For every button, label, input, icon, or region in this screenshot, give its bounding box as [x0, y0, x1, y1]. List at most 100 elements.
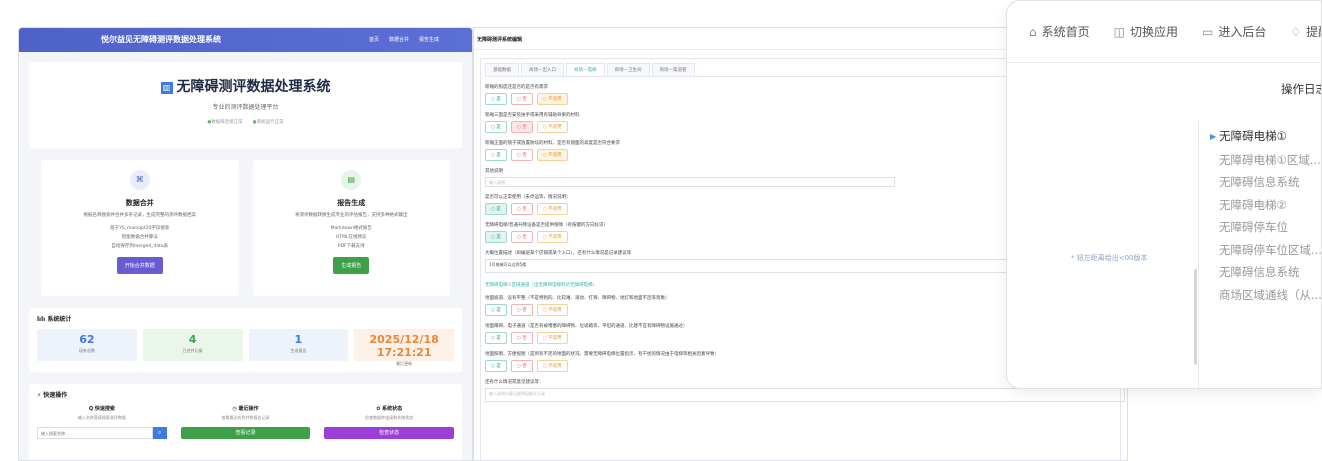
stat-value: 2025/12/18 17:21:21: [369, 333, 439, 359]
bell-icon: ♢: [1290, 25, 1302, 39]
option-no-radio[interactable]: ○ 否: [510, 203, 533, 215]
stat-updated: 2025/12/18 17:21:21 最后更新: [354, 329, 454, 366]
option-yes-radio[interactable]: ○ 是: [485, 231, 507, 243]
tab-elevator[interactable]: 商场—电梯: [566, 63, 605, 76]
option-na-radio[interactable]: ○ 不适用: [536, 203, 568, 215]
feature-item: 自动保存到merged_data表: [111, 244, 169, 249]
option-na-radio[interactable]: ○ 不适用: [536, 332, 568, 344]
stat-label: 现有总数: [78, 348, 95, 353]
top-bar: 悦尔益见无障碍测评数据处理系统 首页 数据合并 报告生成: [19, 28, 472, 52]
generate-report-button[interactable]: 生成报告: [333, 257, 370, 274]
card-report: ▤ 报告生成 将测评数据转换生成专业的评估报告，支持多种格式输出 Markdow…: [252, 160, 451, 296]
option-yes-radio[interactable]: ○ 是: [485, 121, 507, 133]
option-na-radio[interactable]: ○ 不适用: [536, 93, 568, 105]
nav-home[interactable]: 首页: [369, 36, 379, 43]
option-no-radio[interactable]: ○ 否: [510, 93, 533, 105]
option-na-radio[interactable]: ○ 不适用: [536, 121, 568, 133]
top-menu: ⌂ 系统首页 ◫ 切换应用 ▭ 进入后台 ♢ 提醒: [1007, 1, 1321, 63]
option-yes-radio[interactable]: ○ 是: [485, 93, 507, 105]
stat-value: 4: [188, 333, 197, 346]
tab-basic[interactable]: 基础数据: [485, 63, 519, 76]
option-no-radio[interactable]: ○ 否: [510, 121, 533, 133]
option-na-radio[interactable]: ○ 不适用: [536, 304, 568, 316]
option-no-radio[interactable]: ○ 否: [510, 304, 533, 316]
feature-item: HTML在线预览: [335, 235, 367, 240]
stat-label: 已合并记录: [182, 348, 203, 353]
quick-title: ⚡ 快速操作: [37, 392, 68, 399]
menu-admin-label: 进入后台: [1218, 25, 1267, 39]
notes-field[interactable]: 输入说明与意见或原因备注记录: [485, 388, 1125, 402]
option-yes-radio[interactable]: ○ 是: [485, 149, 507, 161]
quick-row: Q 快速搜索 输入名称直接搜索测评数据 ⌕ ◷ 最近操作 查看最近的合并和报告记…: [29, 405, 462, 439]
tree-item[interactable]: 无障碍信息系统: [1210, 261, 1321, 284]
zoom-window: ⌂ 系统首页 ◫ 切换应用 ▭ 进入后台 ♢ 提醒 操作日志 * 钮左距离给出<00版本…: [1006, 0, 1322, 389]
menu-notify[interactable]: ♢ 提醒: [1290, 23, 1321, 40]
start-merge-button[interactable]: 开始合并数据: [116, 257, 163, 274]
app-brand[interactable]: 悦尔益见无障碍测评数据处理系统: [101, 34, 221, 45]
menu-home[interactable]: ⌂ 系统首页: [1029, 23, 1090, 40]
quick-recent: ◷ 最近操作 查看最近的合并和报告记录 查看记录: [180, 405, 311, 439]
card-merge-features: 基于YS_mainopt20字段搜索 智能数据合并算法 自动保存到merged_…: [41, 224, 239, 251]
caret-right-icon: ▶: [1210, 132, 1217, 141]
check-status-button[interactable]: 检查状态: [324, 427, 455, 439]
menu-home-label: 系统首页: [1041, 25, 1090, 39]
option-na-radio[interactable]: ○ 不适用: [536, 360, 568, 372]
tab-channel[interactable]: 商场—渠道管: [651, 63, 695, 76]
stat-merged: 4 已合并记录: [142, 329, 243, 361]
card-report-title: 报告生成: [337, 199, 366, 207]
card-report-features: Markdown格式报告 HTML在线预览 PDF下载支持: [253, 224, 451, 251]
monitor-icon: ▭: [1202, 25, 1214, 39]
stat-value: 62: [79, 333, 95, 346]
nav-report[interactable]: 报告生成: [419, 36, 439, 43]
status-tag-db: 数据库连接正常: [207, 119, 243, 125]
tree-item[interactable]: 无障碍停车位: [1210, 216, 1321, 239]
view-records-button[interactable]: 查看记录: [180, 427, 311, 439]
quick-recent-title: ◷ 最近操作: [232, 406, 259, 412]
stat-value: 1: [294, 333, 303, 346]
stat-reports: 1 生成报告: [248, 329, 349, 361]
hero-subtitle: 专业的测评数据处理平台: [212, 104, 279, 111]
tree-item[interactable]: 无障碍电梯②: [1210, 194, 1321, 217]
option-yes-radio[interactable]: ○ 是: [485, 332, 507, 344]
option-yes-radio[interactable]: ○ 是: [485, 203, 507, 215]
option-na-radio[interactable]: ○ 不适用: [536, 231, 568, 243]
remark-field[interactable]: 输入说明: [485, 177, 895, 187]
report-icon: ▤: [341, 170, 362, 190]
quick-search: Q 快速搜索 输入名称直接搜索测评数据 ⌕: [37, 405, 167, 439]
quick-recent-desc: 查看最近的合并和报告记录: [221, 415, 270, 420]
search-input[interactable]: [37, 427, 153, 439]
nav-merge[interactable]: 数据合并: [389, 36, 409, 43]
feature-item: 智能数据合并算法: [121, 235, 158, 240]
tree-item[interactable]: 商场区域通线（从...: [1210, 284, 1321, 307]
option-na-radio[interactable]: ○ 不适用: [536, 149, 568, 161]
tab-entrance[interactable]: 商场—出入口: [521, 63, 564, 76]
operation-log-title: 操作日志: [1281, 82, 1321, 96]
menu-admin[interactable]: ▭ 进入后台: [1202, 23, 1266, 40]
option-no-radio[interactable]: ○ 否: [510, 231, 533, 243]
quick-actions: ⚡ 快速操作 Q 快速搜索 输入名称直接搜索测评数据 ⌕ ◷ 最近操作 查看最近…: [29, 384, 462, 460]
option-no-radio[interactable]: ○ 否: [510, 360, 533, 372]
feature-item: 基于YS_mainopt20字段搜索: [110, 226, 170, 231]
hint-text: * 钮左距离给出<00版本: [1071, 254, 1148, 262]
option-yes-radio[interactable]: ○ 是: [485, 360, 507, 372]
feature-item: PDF下载支持: [337, 244, 365, 249]
top-nav: 首页 数据合并 报告生成: [369, 36, 439, 43]
option-no-radio[interactable]: ○ 否: [510, 149, 533, 161]
quick-search-title: Q 快速搜索: [88, 406, 115, 412]
search-icon[interactable]: ⌕: [152, 427, 167, 439]
tab-restroom[interactable]: 商场—卫生间: [606, 63, 650, 76]
menu-switch-label: 切换应用: [1129, 25, 1178, 39]
tree-item[interactable]: 无障碍停车位区域...: [1210, 239, 1321, 262]
quick-status: ✿ 系统状态 检查数据库连接和系统状态 检查状态: [324, 405, 455, 439]
menu-switch-app[interactable]: ◫ 切换应用: [1114, 23, 1178, 40]
scrollbar[interactable]: [1194, 269, 1197, 365]
tree-item-current[interactable]: ▶ 无障碍电梯①: [1210, 125, 1321, 149]
option-yes-radio[interactable]: ○ 是: [485, 304, 507, 316]
card-merge-title: 数据合并: [125, 199, 154, 207]
tree-item[interactable]: 无障碍电梯①区域...: [1210, 149, 1321, 172]
screenshot-collage: 悦尔益见无障碍测评数据处理系统 首页 数据合并 报告生成 ▥ 无障碍测评数据处理系…: [0, 0, 1322, 461]
status-tags: 数据库连接正常 系统运行正常: [29, 119, 462, 125]
status-tag-system: 系统运行正常: [253, 119, 284, 125]
option-no-radio[interactable]: ○ 否: [510, 332, 533, 344]
tree-item[interactable]: 无障碍信息系统: [1210, 171, 1321, 194]
